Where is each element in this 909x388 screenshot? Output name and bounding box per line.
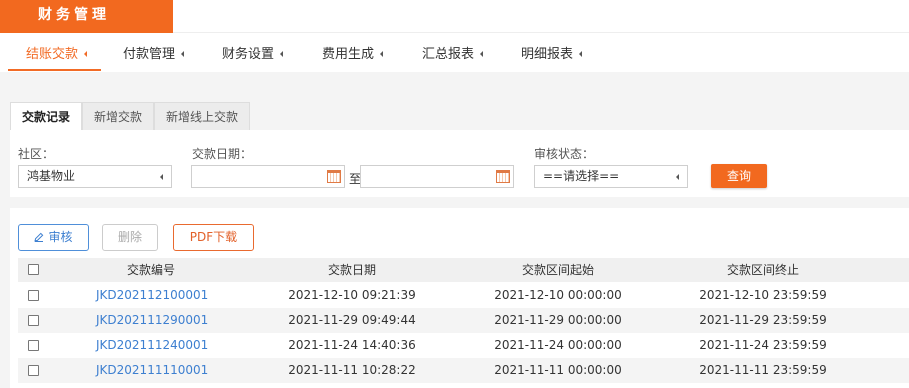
nav-item-payment-management[interactable]: 付款管理 (123, 33, 185, 72)
select-all-checkbox[interactable] (28, 264, 39, 275)
date-to-input[interactable] (360, 165, 514, 188)
nav-item-label: 付款管理 (123, 47, 176, 62)
caret-left-icon (84, 50, 88, 57)
nav-item-settlement[interactable]: 结账交款 (26, 33, 88, 72)
payment-id-link[interactable]: JKD202111240001 (96, 333, 208, 358)
community-select-value: 鸿基物业 (27, 169, 76, 183)
caret-left-icon (579, 50, 583, 57)
nav-item-summary-report[interactable]: 汇总报表 (422, 33, 484, 72)
filter-panel: 社区： 鸿基物业 交款日期： 至 审核状态： ==请选择== 查询 (10, 130, 909, 197)
period-start-cell: 2021-12-10 00:00:00 (494, 288, 622, 302)
caret-left-icon (380, 50, 384, 57)
tab-new-payment[interactable]: 新增交款 (82, 102, 154, 131)
caret-left-icon (280, 50, 284, 57)
column-header-end: 交款区间终止 (726, 263, 799, 277)
payment-id-link[interactable]: JKD202111290001 (96, 308, 208, 333)
app-title: 财务管理 (0, 0, 173, 33)
audit-button[interactable]: 审核 (18, 224, 89, 251)
column-header-date: 交款日期 (327, 263, 376, 277)
calendar-icon[interactable] (327, 170, 341, 183)
nav-item-label: 费用生成 (322, 47, 375, 62)
row-checkbox[interactable] (28, 365, 39, 376)
row-checkbox[interactable] (28, 340, 39, 351)
delete-button[interactable]: 删除 (102, 224, 158, 251)
caret-left-icon (480, 50, 484, 57)
payment-date-cell: 2021-11-11 10:28:22 (288, 363, 416, 377)
tab-new-online-payment[interactable]: 新增线上交款 (154, 102, 250, 131)
main-nav: 结账交款 付款管理 财务设置 费用生成 汇总报表 明细报表 (0, 33, 909, 72)
caret-left-icon (160, 174, 163, 180)
community-label: 社区： (18, 147, 55, 161)
table-row: JKD202112100001 2021-12-10 09:21:39 2021… (18, 283, 909, 308)
payment-id-link[interactable]: JKD202112100001 (96, 283, 208, 308)
period-start-cell: 2021-11-24 00:00:00 (494, 338, 622, 352)
payment-id-link[interactable]: JKD202111110001 (96, 358, 208, 383)
period-end-cell: 2021-11-24 23:59:59 (699, 338, 827, 352)
table-row: JKD202111110001 2021-11-11 10:28:22 2021… (18, 358, 909, 383)
nav-item-fee-generation[interactable]: 费用生成 (322, 33, 384, 72)
period-start-cell: 2021-11-29 00:00:00 (494, 313, 622, 327)
community-select[interactable]: 鸿基物业 (18, 165, 172, 188)
audit-status-value: ==请选择== (543, 169, 620, 183)
pencil-icon (34, 232, 44, 242)
table-row: JKD202111240001 2021-11-24 14:40:36 2021… (18, 333, 909, 358)
pdf-download-button[interactable]: PDF下载 (173, 224, 254, 251)
row-checkbox[interactable] (28, 290, 39, 301)
column-header-start: 交款区间起始 (521, 263, 594, 277)
nav-item-label: 明细报表 (521, 47, 574, 62)
records-panel: 审核 删除 PDF下载 交款编号 交款日期 交款区间起始 交款区间终止 JKD2… (10, 208, 909, 388)
period-end-cell: 2021-11-11 23:59:59 (699, 363, 827, 377)
period-end-cell: 2021-12-10 23:59:59 (699, 288, 827, 302)
table-row: JKD202111290001 2021-11-29 09:49:44 2021… (18, 308, 909, 333)
caret-left-icon (676, 174, 679, 180)
audit-status-select[interactable]: ==请选择== (534, 165, 688, 188)
audit-button-label: 审核 (48, 230, 73, 244)
payment-date-label: 交款日期： (192, 147, 253, 161)
nav-item-label: 汇总报表 (422, 47, 475, 62)
nav-item-finance-settings[interactable]: 财务设置 (222, 33, 284, 72)
title-bar: 财务管理 (0, 0, 909, 33)
payment-date-cell: 2021-12-10 09:21:39 (288, 288, 416, 302)
nav-item-label: 结账交款 (26, 47, 79, 62)
audit-status-label: 审核状态： (534, 147, 595, 161)
column-header-id: 交款编号 (126, 263, 175, 277)
payment-date-cell: 2021-11-29 09:49:44 (288, 313, 416, 327)
nav-item-label: 财务设置 (222, 47, 275, 62)
payment-date-cell: 2021-11-24 14:40:36 (288, 338, 416, 352)
period-start-cell: 2021-11-11 00:00:00 (494, 363, 622, 377)
nav-item-detail-report[interactable]: 明细报表 (521, 33, 583, 72)
calendar-icon[interactable] (496, 170, 510, 183)
date-from-input[interactable] (191, 165, 345, 188)
query-button[interactable]: 查询 (711, 164, 767, 188)
nav-active-underline (8, 69, 101, 71)
table-header: 交款编号 交款日期 交款区间起始 交款区间终止 (18, 258, 909, 282)
row-checkbox[interactable] (28, 315, 39, 326)
caret-left-icon (181, 50, 185, 57)
period-end-cell: 2021-11-29 23:59:59 (699, 313, 827, 327)
tab-payment-records[interactable]: 交款记录 (10, 102, 82, 131)
